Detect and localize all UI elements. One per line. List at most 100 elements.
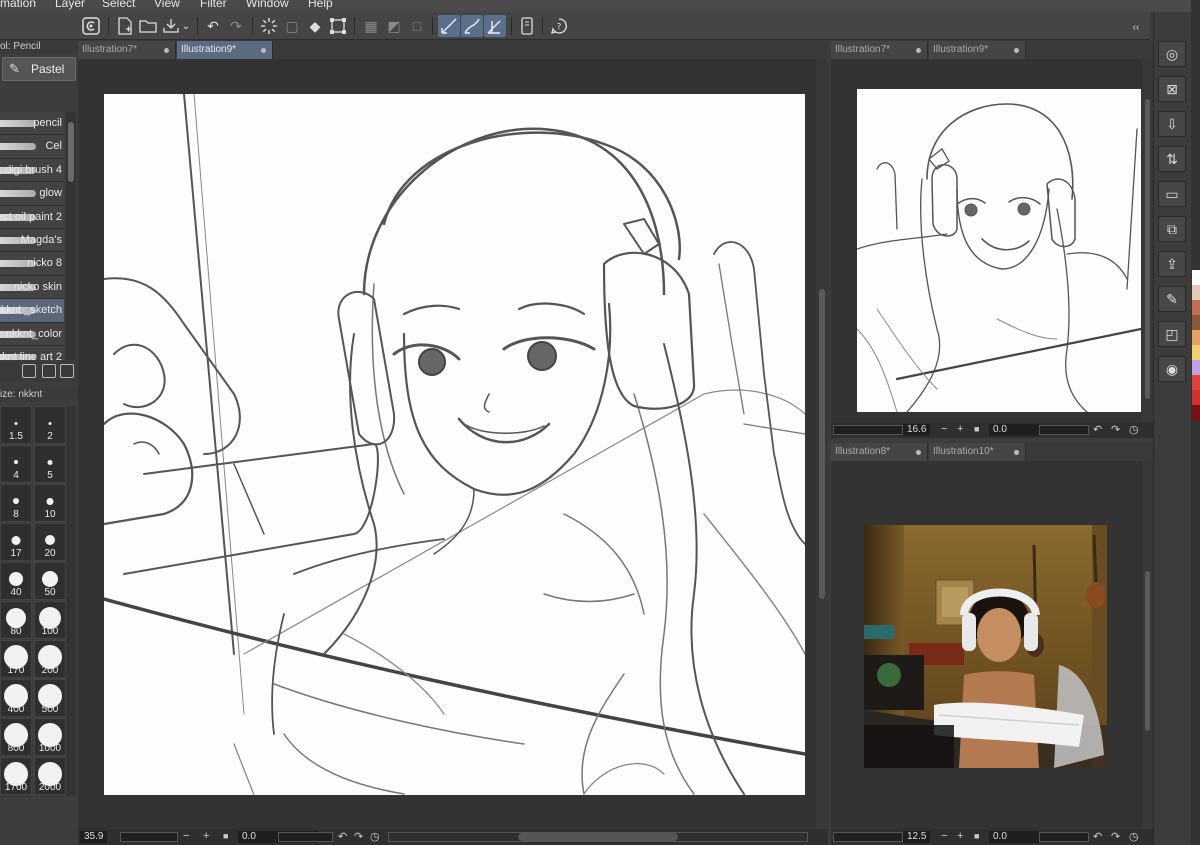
- tab-illustration9[interactable]: Illustration9*: [177, 41, 273, 59]
- zoom-slider[interactable]: [833, 832, 903, 842]
- brush-size-option[interactable]: 1700: [0, 757, 32, 795]
- navigator-icon[interactable]: ◎: [1158, 41, 1186, 67]
- brush-item[interactable]: nkknt_color: [0, 322, 64, 346]
- close-tab-icon[interactable]: [261, 48, 266, 53]
- menu-layer[interactable]: Layer: [55, 0, 85, 10]
- brush-size-option[interactable]: 1.5: [0, 406, 32, 444]
- sketch-canvas[interactable]: [104, 94, 805, 795]
- brush-size-option[interactable]: 200: [34, 640, 66, 678]
- palette-swatch[interactable]: [1192, 300, 1200, 315]
- brush-item[interactable]: digi brush 4: [0, 158, 64, 183]
- palette-swatch[interactable]: [1192, 315, 1200, 330]
- layer-move-icon[interactable]: ⇅: [1158, 146, 1186, 172]
- palette-swatch[interactable]: [1192, 285, 1200, 300]
- brush-size-option[interactable]: 40: [0, 562, 32, 600]
- tab-illustration7[interactable]: Illustration7*: [831, 41, 928, 59]
- collapse-arrows-icon[interactable]: ‹‹: [1130, 16, 1142, 38]
- brush-item[interactable]: nicko 8: [0, 252, 64, 276]
- zoom-reset-button[interactable]: ■: [974, 831, 979, 841]
- menu-view[interactable]: View: [154, 0, 180, 10]
- rotate-right-button[interactable]: ↷: [1111, 830, 1120, 843]
- import-icon[interactable]: ⇩: [1158, 111, 1186, 137]
- rotation-slider[interactable]: [1039, 832, 1089, 842]
- brush-item[interactable]: nicko skin: [0, 275, 64, 300]
- snap-curve-icon[interactable]: [461, 15, 483, 37]
- close-tab-icon[interactable]: [1014, 48, 1019, 53]
- zoom-out-button[interactable]: −: [941, 423, 947, 435]
- zoom-out-button[interactable]: −: [941, 830, 947, 842]
- brush-size-option[interactable]: 170: [0, 640, 32, 678]
- brush-item[interactable]: ect oil paint 2: [0, 205, 64, 229]
- brush-size-option[interactable]: 5: [34, 445, 66, 483]
- rotate-left-button[interactable]: ↶: [338, 830, 347, 843]
- snap-special-icon[interactable]: [484, 15, 506, 37]
- loading-icon[interactable]: [258, 15, 280, 37]
- palette-swatch[interactable]: [1192, 360, 1200, 375]
- rotate-right-button[interactable]: ↷: [354, 830, 363, 843]
- device-icon[interactable]: [516, 15, 538, 37]
- sub-tool-pastel-tab[interactable]: ✎ Pastel: [2, 57, 76, 81]
- duplicate-icon[interactable]: [42, 364, 56, 378]
- brush-size-option[interactable]: 4: [0, 445, 32, 483]
- rotation-value[interactable]: 0.0: [989, 424, 1039, 436]
- ruler-icon[interactable]: ◩: [383, 15, 405, 37]
- rotation-value[interactable]: 0.0: [989, 831, 1039, 843]
- main-canvas-scrollbar[interactable]: [816, 59, 828, 829]
- open-file-icon[interactable]: [137, 15, 159, 37]
- zoom-out-button[interactable]: −: [183, 830, 189, 842]
- brush-item[interactable]: Magda's: [0, 228, 64, 253]
- frame-icon[interactable]: □: [406, 15, 428, 37]
- save-icon[interactable]: [160, 15, 182, 37]
- new-file-icon[interactable]: [114, 15, 136, 37]
- rotation-slider[interactable]: [1039, 425, 1089, 435]
- palette-swatch[interactable]: [1192, 405, 1200, 420]
- rotate-right-button[interactable]: ↷: [1111, 423, 1120, 436]
- brush-size-option[interactable]: 800: [0, 718, 32, 756]
- rotate-reset-button[interactable]: ◷: [370, 830, 380, 843]
- brush-item[interactable]: pencil: [0, 112, 64, 136]
- clip-studio-icon[interactable]: [80, 15, 102, 37]
- clear-selection-icon[interactable]: ▢: [281, 15, 303, 37]
- close-tab-icon[interactable]: [164, 48, 169, 53]
- zoom-in-button[interactable]: +: [957, 830, 963, 842]
- help-icon[interactable]: ?: [548, 15, 570, 37]
- sketch-preview-canvas[interactable]: [857, 89, 1141, 412]
- layer-combine-icon[interactable]: ⧉: [1158, 216, 1186, 242]
- trash-icon[interactable]: [60, 364, 74, 378]
- grid-icon[interactable]: ▦: [360, 15, 382, 37]
- reference-photo[interactable]: [864, 525, 1107, 768]
- palette-swatch[interactable]: [1192, 330, 1200, 345]
- brush-size-option[interactable]: 1000: [34, 718, 66, 756]
- brush-size-option[interactable]: 2000: [34, 757, 66, 795]
- tab-illustration7[interactable]: Illustration7*: [78, 41, 176, 59]
- menu-window[interactable]: Window: [246, 0, 289, 10]
- brush-size-option[interactable]: 17: [0, 523, 32, 561]
- fill-icon[interactable]: ◆: [304, 15, 326, 37]
- brush-size-option[interactable]: 100: [34, 601, 66, 639]
- close-tab-icon[interactable]: [916, 48, 921, 53]
- brush-size-option[interactable]: 400: [0, 679, 32, 717]
- menu-animation[interactable]: mation: [0, 0, 36, 10]
- redo-icon[interactable]: ↷: [225, 15, 247, 37]
- brush-list-scrollbar[interactable]: [66, 112, 76, 360]
- palette-swatch[interactable]: [1192, 345, 1200, 360]
- horizontal-scroll-thumb[interactable]: [518, 833, 678, 841]
- transform-icon[interactable]: [327, 15, 349, 37]
- tab-illustration10[interactable]: Illustration10*: [929, 443, 1026, 461]
- folder-icon[interactable]: ▭: [1158, 181, 1186, 207]
- undo-icon[interactable]: ↶: [202, 15, 224, 37]
- target-icon[interactable]: ◉: [1158, 356, 1186, 382]
- rotate-left-button[interactable]: ↶: [1093, 830, 1102, 843]
- rotate-reset-button[interactable]: ◷: [1129, 423, 1139, 436]
- palette-swatch[interactable]: [1192, 270, 1200, 285]
- palette-swatch[interactable]: [1192, 375, 1200, 390]
- rotation-slider[interactable]: [278, 832, 333, 842]
- zoom-in-button[interactable]: +: [203, 830, 209, 842]
- chevron-down-icon[interactable]: ⌄: [180, 15, 192, 37]
- size-grid-scrollbar[interactable]: [66, 406, 76, 796]
- zoom-value[interactable]: 35.9: [80, 831, 108, 843]
- close-tab-icon[interactable]: [1014, 450, 1019, 455]
- download-icon[interactable]: [22, 364, 36, 378]
- menu-help[interactable]: Help: [308, 0, 333, 10]
- brush-size-option[interactable]: 8: [0, 484, 32, 522]
